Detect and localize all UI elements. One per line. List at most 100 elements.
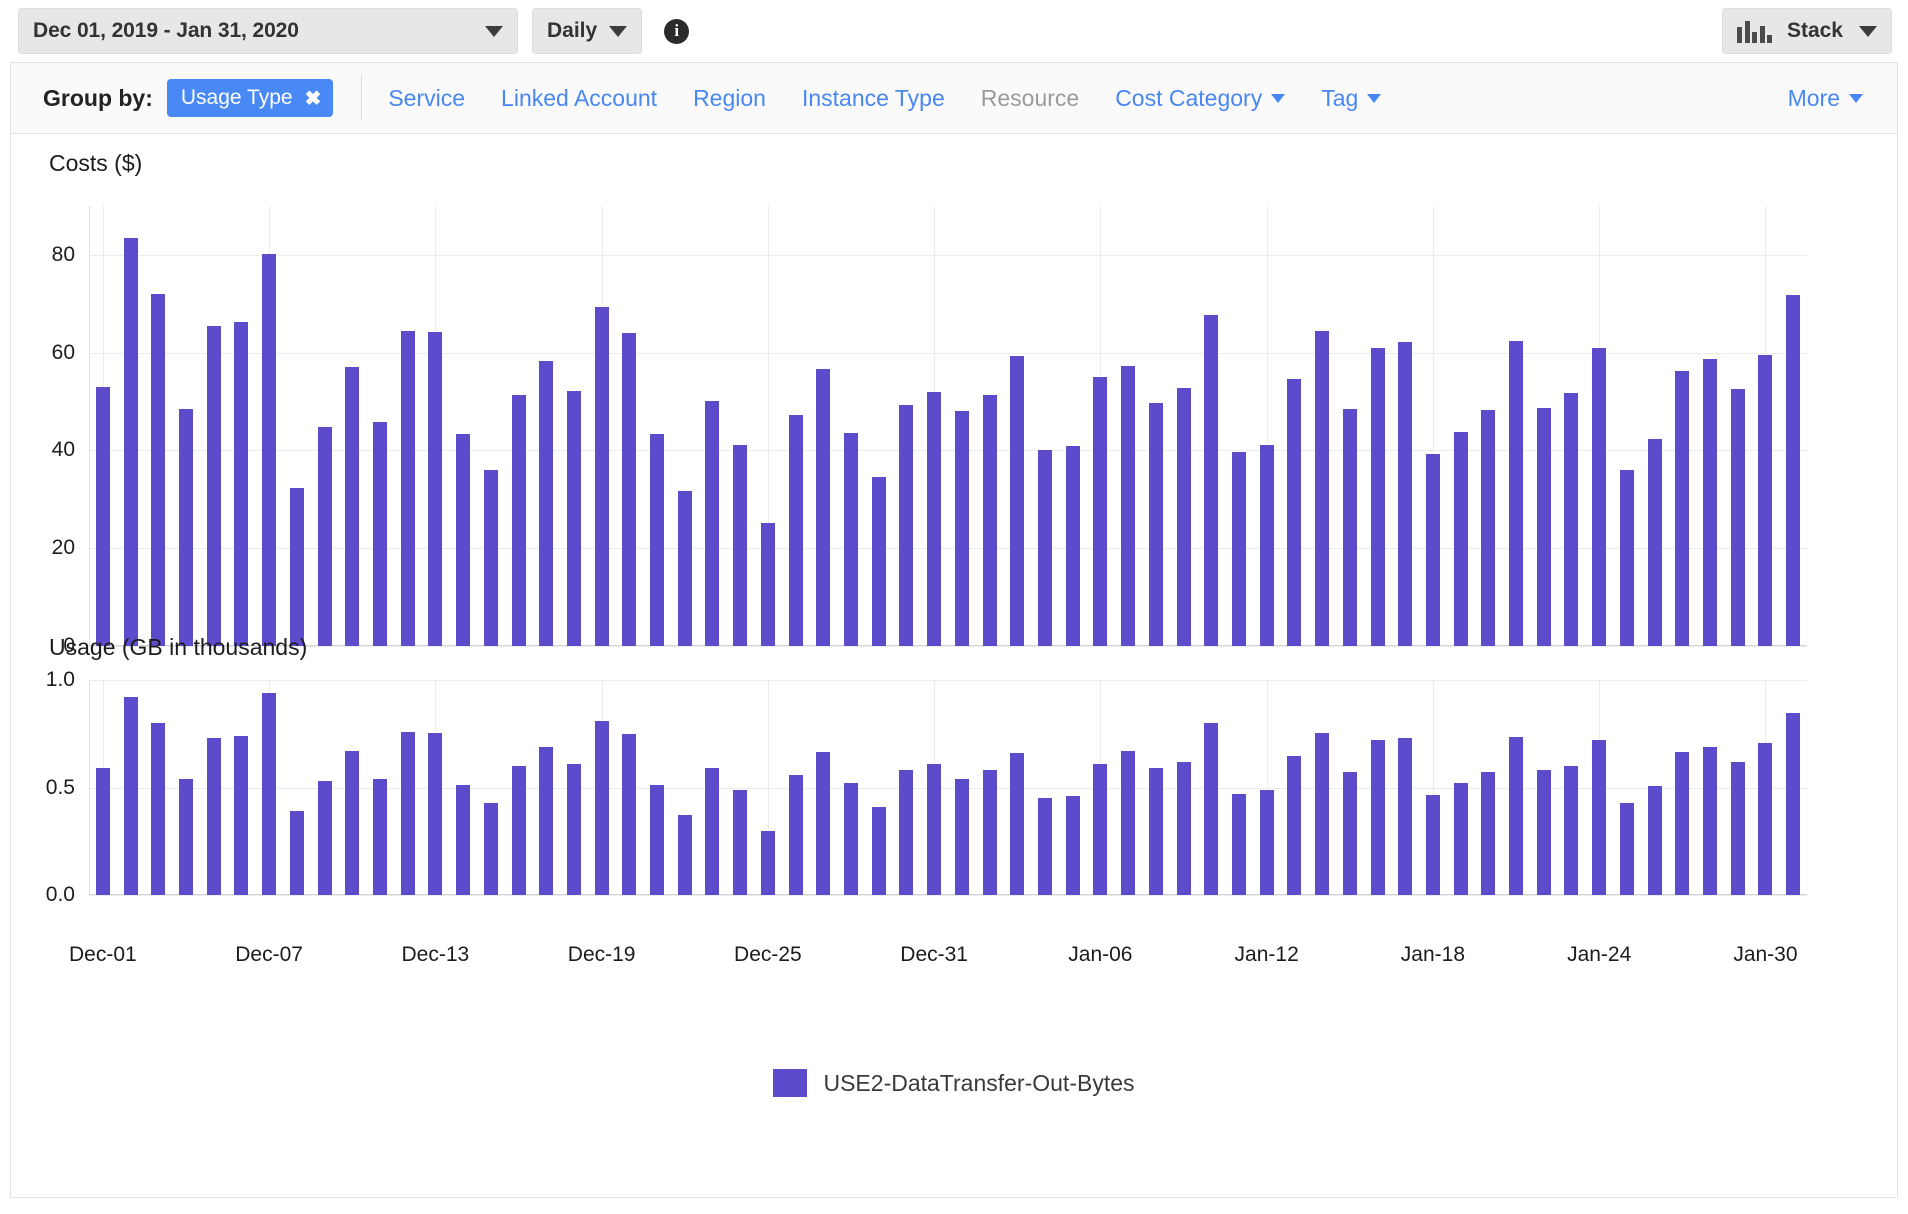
- bar[interactable]: [1066, 796, 1080, 895]
- bar[interactable]: [290, 487, 304, 646]
- granularity-selector[interactable]: Daily: [532, 8, 643, 54]
- bar[interactable]: [1232, 793, 1246, 895]
- bar[interactable]: [124, 697, 138, 895]
- bar[interactable]: [1287, 756, 1301, 895]
- bar[interactable]: [1121, 366, 1135, 646]
- bar[interactable]: [1093, 763, 1107, 895]
- bar[interactable]: [567, 390, 581, 646]
- bar[interactable]: [899, 404, 913, 646]
- bar[interactable]: [1758, 355, 1772, 646]
- bar[interactable]: [1260, 789, 1274, 895]
- group-by-option-tag[interactable]: Tag: [1321, 85, 1382, 112]
- group-by-option-region[interactable]: Region: [693, 85, 766, 112]
- group-by-more[interactable]: More: [1788, 85, 1863, 112]
- bar[interactable]: [1398, 341, 1412, 646]
- bar[interactable]: [428, 732, 442, 895]
- bar[interactable]: [1592, 740, 1606, 895]
- bar[interactable]: [789, 415, 803, 646]
- bar[interactable]: [1648, 786, 1662, 895]
- bar[interactable]: [1204, 314, 1218, 646]
- bar[interactable]: [512, 395, 526, 646]
- bar[interactable]: [844, 783, 858, 895]
- bar[interactable]: [151, 723, 165, 895]
- bar[interactable]: [1260, 444, 1274, 646]
- bar[interactable]: [1454, 432, 1468, 646]
- bar[interactable]: [179, 778, 193, 895]
- bar[interactable]: [1481, 772, 1495, 895]
- info-icon[interactable]: i: [664, 18, 690, 44]
- bar[interactable]: [1731, 388, 1745, 646]
- bar[interactable]: [207, 325, 221, 646]
- bar[interactable]: [234, 735, 248, 895]
- bar[interactable]: [1731, 761, 1745, 895]
- bar[interactable]: [1398, 738, 1412, 895]
- bar[interactable]: [1343, 409, 1357, 646]
- bar[interactable]: [650, 434, 664, 646]
- bar[interactable]: [872, 806, 886, 895]
- bar[interactable]: [345, 750, 359, 895]
- bar[interactable]: [899, 770, 913, 895]
- bar[interactable]: [1675, 370, 1689, 646]
- usage-bar-chart[interactable]: 0.0 0.5 1.0: [11, 662, 1897, 937]
- bar[interactable]: [318, 426, 332, 646]
- bar[interactable]: [539, 360, 553, 646]
- bar[interactable]: [1121, 750, 1135, 895]
- bar[interactable]: [512, 766, 526, 895]
- bar[interactable]: [318, 781, 332, 895]
- group-by-option-instance-type[interactable]: Instance Type: [802, 85, 945, 112]
- bar[interactable]: [1481, 410, 1495, 646]
- bar[interactable]: [1537, 770, 1551, 895]
- bar[interactable]: [401, 330, 415, 646]
- bar[interactable]: [1315, 732, 1329, 895]
- bar[interactable]: [1537, 407, 1551, 646]
- bar[interactable]: [678, 815, 692, 895]
- bar[interactable]: [1509, 340, 1523, 646]
- bar[interactable]: [234, 322, 248, 646]
- bar[interactable]: [290, 811, 304, 895]
- bar[interactable]: [484, 470, 498, 646]
- bar[interactable]: [1426, 795, 1440, 895]
- bar[interactable]: [1703, 746, 1717, 895]
- bar[interactable]: [705, 768, 719, 895]
- bar[interactable]: [1232, 451, 1246, 646]
- bar[interactable]: [1426, 454, 1440, 646]
- bar[interactable]: [539, 746, 553, 895]
- bar[interactable]: [262, 253, 276, 646]
- bar[interactable]: [1564, 393, 1578, 646]
- bar[interactable]: [373, 778, 387, 895]
- group-by-option-linked-account[interactable]: Linked Account: [501, 85, 657, 112]
- bar[interactable]: [1371, 347, 1385, 646]
- bar[interactable]: [1204, 723, 1218, 895]
- bar[interactable]: [1093, 377, 1107, 646]
- bar[interactable]: [1648, 438, 1662, 646]
- bar[interactable]: [622, 333, 636, 646]
- bar[interactable]: [622, 733, 636, 895]
- group-by-option-service[interactable]: Service: [388, 85, 465, 112]
- bar[interactable]: [1509, 736, 1523, 895]
- bar[interactable]: [1758, 743, 1772, 895]
- bar[interactable]: [1177, 387, 1191, 646]
- bar[interactable]: [96, 768, 110, 895]
- bar[interactable]: [789, 774, 803, 895]
- bar[interactable]: [955, 411, 969, 646]
- bar[interactable]: [484, 802, 498, 895]
- bar[interactable]: [1786, 713, 1800, 895]
- bar[interactable]: [1177, 761, 1191, 895]
- bar[interactable]: [401, 731, 415, 895]
- group-by-chip-usage-type[interactable]: Usage Type ✖: [166, 79, 334, 117]
- bar[interactable]: [955, 778, 969, 895]
- bar[interactable]: [1010, 753, 1024, 895]
- bar[interactable]: [1149, 768, 1163, 895]
- bar[interactable]: [1315, 330, 1329, 646]
- bar[interactable]: [345, 367, 359, 646]
- bar[interactable]: [1620, 470, 1634, 646]
- bar[interactable]: [456, 785, 470, 895]
- bar[interactable]: [1371, 740, 1385, 895]
- bar[interactable]: [428, 332, 442, 646]
- bar[interactable]: [567, 763, 581, 895]
- bar[interactable]: [983, 394, 997, 646]
- bar[interactable]: [1149, 403, 1163, 646]
- bar[interactable]: [1038, 449, 1052, 646]
- bar[interactable]: [373, 422, 387, 646]
- bar[interactable]: [179, 408, 193, 646]
